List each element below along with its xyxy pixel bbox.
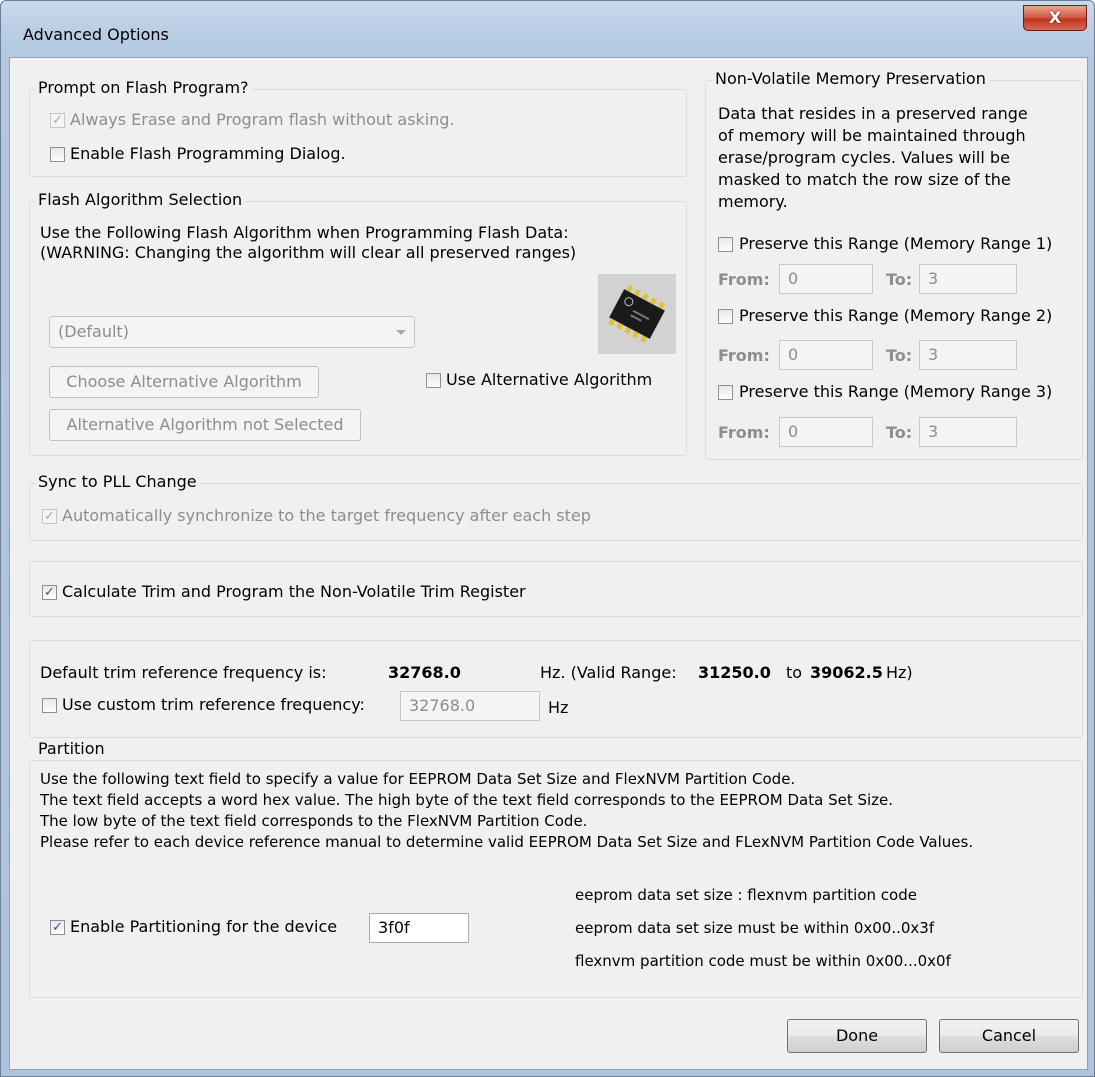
use-alternative-algorithm-checkbox[interactable] — [426, 373, 441, 388]
preserve-range-2-checkbox[interactable] — [718, 309, 733, 324]
enable-partitioning-label: Enable Partitioning for the device — [70, 917, 338, 936]
partition-value-input[interactable]: 3f0f — [369, 913, 469, 943]
close-icon: X — [1048, 8, 1062, 27]
valid-range-min: 31250.0 — [698, 663, 771, 682]
custom-frequency-checkbox[interactable] — [42, 698, 57, 713]
nvm-desc-line4: masked to match the row size of the — [718, 170, 1011, 189]
custom-frequency-unit: Hz — [548, 698, 569, 717]
calculate-trim-label: Calculate Trim and Program the Non-Volat… — [62, 582, 526, 601]
window-title: Advanced Options — [23, 25, 169, 44]
done-button[interactable]: Done — [787, 1019, 927, 1053]
valid-range-suffix: Hz) — [886, 663, 913, 682]
range-1-to-field[interactable]: 3 — [919, 264, 1017, 294]
always-erase-checkbox[interactable]: ✓ — [50, 113, 65, 128]
sync-group-label: Sync to PLL Change — [35, 472, 200, 491]
use-alternative-algorithm-label: Use Alternative Algorithm — [446, 370, 653, 389]
alternative-algorithm-status-button[interactable]: Alternative Algorithm not Selected — [49, 409, 361, 441]
algorithm-group-label: Flash Algorithm Selection — [35, 190, 246, 209]
valid-range-max: 39062.5 — [810, 663, 883, 682]
partition-line3: The low byte of the text field correspon… — [40, 812, 588, 830]
calculate-trim-checkbox[interactable]: ✓ — [42, 585, 57, 600]
advanced-options-window: Advanced Options X Prompt on Flash Progr… — [0, 0, 1095, 1077]
preserve-range-1-label: Preserve this Range (Memory Range 1) — [739, 234, 1053, 253]
nvm-desc-line1: Data that resides in a preserved range — [718, 104, 1028, 123]
range-3-to-field[interactable]: 3 — [919, 417, 1017, 447]
enable-dialog-label: Enable Flash Programming Dialog. — [70, 144, 346, 163]
preserve-range-1-checkbox[interactable] — [718, 237, 733, 252]
valid-range-to: to — [786, 663, 803, 682]
nvm-group-label: Non-Volatile Memory Preservation — [712, 69, 989, 88]
range-1-from-label: From: — [718, 270, 770, 289]
range-1-to-label: To: — [886, 270, 913, 289]
range-3-to-label: To: — [886, 423, 913, 442]
prompt-group-label: Prompt on Flash Program? — [35, 78, 252, 97]
enable-dialog-checkbox[interactable] — [50, 147, 65, 162]
algorithm-line1: Use the Following Flash Algorithm when P… — [40, 223, 569, 242]
choose-alternative-algorithm-button[interactable]: Choose Alternative Algorithm — [49, 366, 319, 398]
auto-sync-checkbox[interactable]: ✓ — [42, 509, 57, 524]
partition-line2: The text field accepts a word hex value.… — [40, 791, 894, 809]
algorithm-dropdown[interactable]: (Default) — [49, 316, 415, 348]
valid-range-prefix: Hz. (Valid Range: — [540, 663, 677, 682]
partition-hint-3: flexnvm partition code must be within 0x… — [575, 952, 951, 970]
partition-hint-1: eeprom data set size : flexnvm partition… — [575, 886, 917, 904]
nvm-desc-line3: erase/program cycles. Values will be — [718, 148, 1010, 167]
trim-frequency-group — [29, 640, 1083, 738]
algorithm-dropdown-value: (Default) — [58, 322, 129, 341]
title-bar[interactable]: Advanced Options X — [1, 1, 1094, 57]
algorithm-line2: (WARNING: Changing the algorithm will cl… — [40, 243, 577, 262]
range-2-to-label: To: — [886, 346, 913, 365]
range-2-from-label: From: — [718, 346, 770, 365]
partition-line1: Use the following text field to specify … — [40, 770, 796, 788]
partition-line4: Please refer to each device reference ma… — [40, 833, 974, 851]
range-3-from-field[interactable]: 0 — [779, 417, 873, 447]
auto-sync-label: Automatically synchronize to the target … — [62, 506, 591, 525]
nvm-desc-line2: of memory will be maintained through — [718, 126, 1026, 145]
partition-group-label: Partition — [35, 739, 108, 758]
preserve-range-3-label: Preserve this Range (Memory Range 3) — [739, 382, 1053, 401]
preserve-range-3-checkbox[interactable] — [718, 385, 733, 400]
close-button[interactable]: X — [1023, 5, 1087, 31]
chip-icon — [598, 274, 676, 354]
dialog-body: Prompt on Flash Program? ✓ Always Erase … — [9, 57, 1088, 1070]
range-2-to-field[interactable]: 3 — [919, 340, 1017, 370]
range-3-from-label: From: — [718, 423, 770, 442]
enable-partitioning-checkbox[interactable]: ✓ — [50, 920, 65, 935]
custom-frequency-field[interactable]: 32768.0 — [400, 691, 540, 721]
cancel-button[interactable]: Cancel — [939, 1019, 1079, 1053]
custom-frequency-label: Use custom trim reference frequency: — [62, 695, 365, 714]
always-erase-label: Always Erase and Program flash without a… — [70, 110, 455, 129]
partition-hint-2: eeprom data set size must be within 0x00… — [575, 919, 935, 937]
nvm-desc-line5: memory. — [718, 192, 788, 211]
preserve-range-2-label: Preserve this Range (Memory Range 2) — [739, 306, 1053, 325]
default-frequency-value: 32768.0 — [388, 663, 461, 682]
range-2-from-field[interactable]: 0 — [779, 340, 873, 370]
range-1-from-field[interactable]: 0 — [779, 264, 873, 294]
chevron-down-icon — [396, 330, 406, 335]
default-frequency-label: Default trim reference frequency is: — [40, 663, 327, 682]
